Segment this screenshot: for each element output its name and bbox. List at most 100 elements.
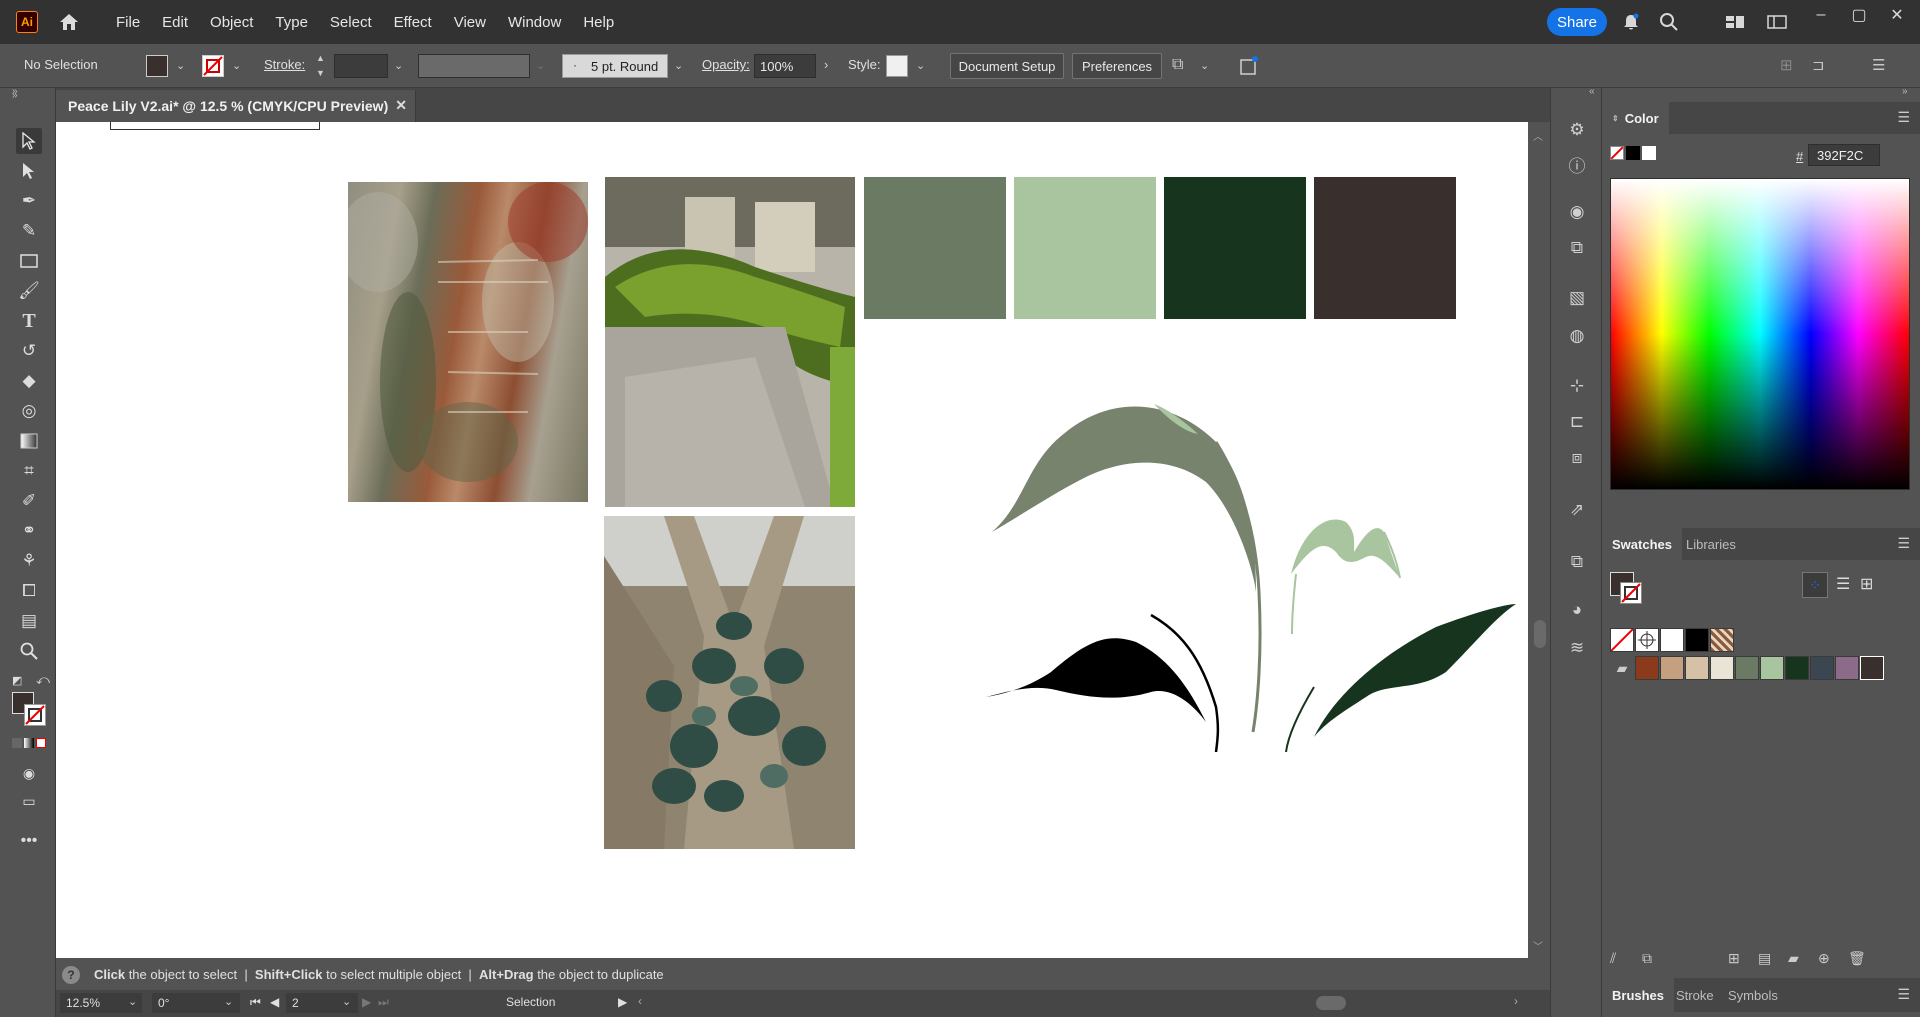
color-spectrum[interactable] — [1610, 178, 1910, 490]
close-tab-icon[interactable]: ✕ — [395, 97, 407, 114]
horizontal-scroll-thumb[interactable] — [1316, 996, 1346, 1010]
transparency-icon[interactable]: ◍ — [1565, 324, 1589, 348]
symbol-sprayer-tool-icon[interactable]: ⚘ — [16, 548, 42, 574]
gradient-tool-icon[interactable] — [16, 428, 42, 454]
scroll-down-icon[interactable]: ﹀ — [1533, 938, 1543, 953]
vertical-scrollbar[interactable]: ︿ ﹀ — [1528, 122, 1550, 958]
shape-builder-tool-icon[interactable]: ◎ — [16, 398, 42, 424]
swatch-color[interactable] — [1685, 656, 1709, 680]
color-guide-icon[interactable]: ◕ — [1565, 598, 1589, 622]
menu-type[interactable]: Type — [275, 14, 308, 31]
rectangle-tool-icon[interactable] — [16, 248, 42, 274]
maximize-icon[interactable]: ▢ — [1848, 4, 1870, 26]
scroll-left-icon[interactable]: ‹ — [638, 994, 642, 1008]
screen-mode-icon[interactable]: ▭ — [16, 788, 42, 814]
chevron-down-icon[interactable]: ⌄ — [916, 59, 925, 72]
chevron-down-icon[interactable]: ⌄ — [342, 995, 351, 1008]
chevron-down-icon[interactable]: ⌄ — [1200, 59, 1209, 72]
blend-tool-icon[interactable]: ⚭ — [16, 518, 42, 544]
selection-tool-icon[interactable] — [16, 128, 42, 154]
properties-icon[interactable]: ⚙ — [1565, 118, 1589, 142]
swatch-none[interactable] — [1610, 628, 1634, 652]
swatch-color[interactable] — [1735, 656, 1759, 680]
swatch-color[interactable] — [1760, 656, 1784, 680]
close-window-icon[interactable]: ✕ — [1886, 4, 1908, 26]
opacity-input[interactable]: 100% — [754, 54, 816, 78]
bell-icon[interactable] — [1620, 11, 1642, 33]
collapse-panel-icon[interactable]: » — [12, 86, 18, 97]
align-left-icon[interactable]: ⊏ — [1565, 410, 1589, 434]
tab-color[interactable]: ⇕ Color — [1602, 102, 1669, 134]
panel-menu-icon[interactable]: ☰ — [1897, 535, 1910, 552]
variable-width-profile[interactable] — [418, 54, 530, 78]
grid-view-icon[interactable]: ⊞ — [1860, 574, 1873, 594]
menu-view[interactable]: View — [454, 14, 486, 31]
artboards-icon[interactable]: ⧉ — [1565, 550, 1589, 574]
align-icon[interactable]: ⊹ — [1565, 374, 1589, 398]
workspace-icon[interactable] — [1724, 11, 1746, 33]
arrange-icon[interactable]: ⧉ — [1172, 56, 1183, 74]
black-color-icon[interactable] — [1626, 146, 1640, 160]
transform-icon[interactable]: ⧉ — [1565, 236, 1589, 260]
swatch-color[interactable] — [1860, 656, 1884, 680]
document-setup-button[interactable]: Document Setup — [950, 53, 1064, 79]
color-mode-buttons[interactable] — [12, 738, 48, 750]
menu-select[interactable]: Select — [330, 14, 372, 31]
search-icon[interactable] — [1658, 11, 1680, 33]
menu-effect[interactable]: Effect — [394, 14, 432, 31]
swatch-color[interactable] — [1710, 656, 1734, 680]
stepper-up-icon[interactable]: ▲ — [316, 53, 325, 63]
collapse-icon[interactable]: « — [1589, 86, 1595, 97]
last-artboard-icon[interactable]: ⏭ — [378, 995, 389, 1010]
default-colors-icon[interactable]: ◩ — [12, 674, 22, 687]
direct-selection-tool-icon[interactable] — [16, 158, 42, 184]
info-icon[interactable]: ⓘ — [1565, 152, 1589, 176]
next-artboard-icon[interactable]: ▶ — [362, 995, 371, 1009]
tab-swatches[interactable]: Swatches — [1602, 528, 1682, 560]
fill-color-swatch[interactable] — [146, 55, 168, 77]
transform-icon[interactable]: ⊐ — [1812, 56, 1825, 74]
palette-swatch-sage[interactable] — [864, 177, 1006, 319]
menu-file[interactable]: File — [116, 14, 140, 31]
brush-definition-dropdown[interactable]: · 5 pt. Round — [562, 54, 668, 78]
paintbrush-tool-icon[interactable]: 🖌 — [16, 278, 42, 304]
pathfinder-icon[interactable]: ⧈ — [1565, 446, 1589, 470]
place-swatch-icon[interactable]: ⧉ — [1642, 950, 1652, 967]
tab-brushes[interactable]: Brushes — [1602, 978, 1675, 1012]
appearance-icon[interactable]: ◉ — [1565, 200, 1589, 224]
opacity-label[interactable]: Opacity: — [702, 57, 750, 72]
swatch-group-folder-icon[interactable]: ▰ — [1610, 656, 1634, 680]
swatch-color[interactable] — [1835, 656, 1859, 680]
minimize-icon[interactable]: – — [1810, 4, 1832, 26]
menu-help[interactable]: Help — [583, 14, 614, 31]
swatch-color[interactable] — [1810, 656, 1834, 680]
scroll-right-icon[interactable]: › — [1514, 994, 1518, 1008]
show-kinds-icon[interactable]: ⁘ — [1802, 572, 1828, 598]
swatch-color[interactable] — [1685, 628, 1709, 652]
new-swatch-icon[interactable]: ⊕ — [1818, 950, 1830, 967]
help-icon[interactable]: ? — [62, 966, 80, 984]
tab-symbols[interactable]: Symbols — [1718, 978, 1788, 1012]
none-color-icon[interactable] — [1610, 146, 1624, 160]
new-color-group-icon[interactable]: ▤ — [1758, 950, 1771, 967]
palette-swatch-brown[interactable] — [1314, 177, 1456, 319]
zoom-tool-icon[interactable] — [16, 638, 42, 664]
chevron-down-icon[interactable]: ⌄ — [674, 59, 683, 72]
menu-window[interactable]: Window — [508, 14, 561, 31]
palette-swatch-forest[interactable] — [1164, 177, 1306, 319]
swap-colors-icon[interactable]: ⤺ — [36, 672, 50, 688]
menu-object[interactable]: Object — [210, 14, 253, 31]
more-tools-icon[interactable]: ••• — [16, 828, 42, 854]
rotate-tool-icon[interactable]: ↺ — [16, 338, 42, 364]
collapse-icon[interactable]: » — [1902, 86, 1908, 97]
stroke-color-swatch[interactable] — [202, 55, 224, 77]
arrange-documents-icon[interactable] — [1766, 11, 1788, 33]
artboard-tool-icon[interactable]: ⧠ — [16, 578, 42, 604]
tab-stroke[interactable]: Stroke — [1666, 978, 1724, 1012]
stroke-label[interactable]: Stroke: — [264, 57, 305, 72]
stroke-weight-input[interactable] — [334, 54, 388, 78]
swatch-color[interactable] — [1635, 656, 1659, 680]
chevron-down-icon[interactable]: ⌄ — [224, 995, 233, 1008]
folder-icon[interactable]: ▰ — [1788, 950, 1799, 967]
white-color-icon[interactable] — [1642, 146, 1656, 160]
